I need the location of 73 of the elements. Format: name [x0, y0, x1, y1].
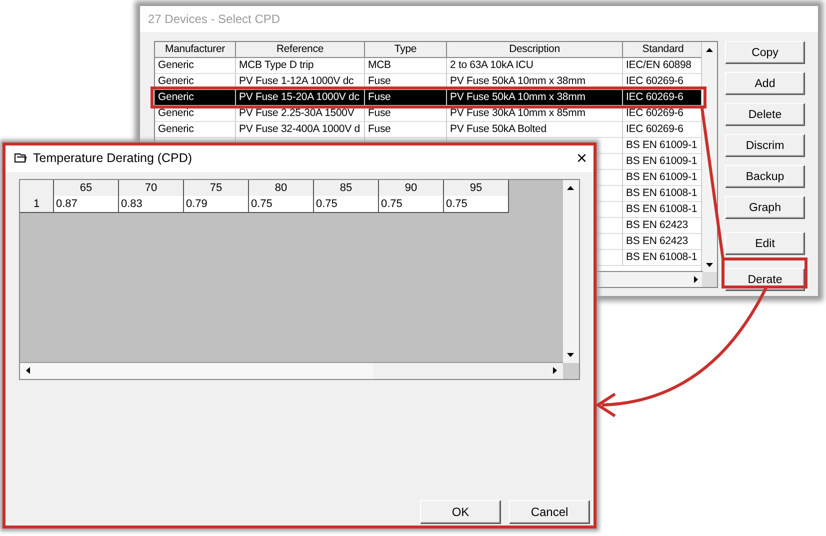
table-row[interactable]: Generic PV Fuse 32-400A 1000V d Fuse PV Fuse 50kA Bolted IEC 60269-6	[155, 122, 704, 138]
table-cell: MCB	[368, 59, 391, 71]
table-cell: BS EN 61008-1	[626, 187, 698, 199]
column-header: 95	[444, 180, 509, 197]
table-cell: PV Fuse 30kA 10mm x 85mm	[450, 107, 586, 119]
table-cell: Generic	[158, 59, 194, 71]
window-title: 27 Devices - Select CPD	[140, 6, 818, 32]
grid-corner-cell[interactable]	[20, 180, 54, 197]
dialog-title: Temperature Derating (CPD)	[33, 151, 194, 165]
column-header: 70	[119, 180, 184, 197]
table-cell: IEC 60269-6	[626, 91, 684, 103]
table-cell: BS EN 62423	[626, 235, 688, 247]
table-cell: PV Fuse 2.25-30A 1500V	[239, 107, 354, 119]
table-cell: Fuse	[368, 123, 391, 135]
table-cell: BS EN 61008-1	[626, 251, 698, 263]
action-button[interactable]: Backup	[725, 165, 805, 188]
column-header[interactable]: Description	[447, 42, 623, 58]
table-cell: IEC 60269-6	[626, 107, 684, 119]
table-cell: Generic	[158, 75, 194, 87]
table-cell: BS EN 61009-1	[626, 139, 698, 151]
action-button[interactable]: Delete	[725, 103, 805, 126]
table-cell: Generic	[158, 123, 194, 135]
grid-cell[interactable]: 0.87	[54, 196, 119, 213]
grid-cell[interactable]: 0.75	[379, 196, 444, 213]
column-header[interactable]: Reference	[236, 42, 365, 58]
table-cell: BS EN 61008-1	[626, 203, 698, 215]
horizontal-scrollbar[interactable]	[20, 362, 563, 379]
column-header: 75	[184, 180, 249, 197]
table-cell: Fuse	[368, 107, 391, 119]
table-cell: Generic	[158, 91, 194, 103]
table-cell: BS EN 61009-1	[626, 155, 698, 167]
close-button[interactable]: ×	[576, 149, 587, 167]
column-header: 80	[249, 180, 314, 197]
table-cell: PV Fuse 50kA Bolted	[450, 123, 546, 135]
dialog-button[interactable]: Cancel	[509, 500, 590, 524]
table-cell: Fuse	[368, 91, 391, 103]
table-row[interactable]: Generic PV Fuse 2.25-30A 1500V Fuse PV Fuse 30kA 10mm x 85mm IEC 60269-6	[155, 106, 704, 122]
window-icon	[14, 152, 27, 164]
vertical-scrollbar[interactable]	[563, 180, 579, 363]
grid-cell[interactable]: 0.75	[314, 196, 379, 213]
column-header: 90	[379, 180, 444, 197]
action-button[interactable]: Copy	[725, 41, 805, 64]
column-header[interactable]: Type	[365, 42, 447, 58]
table-cell: PV Fuse 50kA 10mm x 38mm	[450, 75, 586, 87]
table-cell: BS EN 62423	[626, 219, 688, 231]
dialog-button[interactable]: OK	[420, 500, 501, 524]
table-cell: PV Fuse 15-20A 1000V dc	[239, 91, 360, 103]
table-cell: IEC 60269-6	[626, 123, 684, 135]
table-cell: PV Fuse 50kA 10mm x 38mm	[450, 91, 586, 103]
column-header[interactable]: Standard	[623, 42, 704, 58]
table-row[interactable]: Generic PV Fuse 15-20A 1000V dc Fuse PV Fuse 50kA 10mm x 38mm IEC 60269-6	[155, 90, 704, 106]
table-cell: PV Fuse 1-12A 1000V dc	[239, 75, 354, 87]
column-header[interactable]: Manufacturer	[155, 42, 236, 58]
table-cell: BS EN 61009-1	[626, 171, 698, 183]
grid-cell[interactable]: 0.75	[444, 196, 509, 213]
table-cell: MCB Type D trip	[239, 59, 314, 71]
column-header: 65	[54, 180, 119, 197]
action-button[interactable]: Edit	[725, 232, 805, 255]
action-button[interactable]: Add	[725, 72, 805, 95]
action-button[interactable]: Graph	[725, 196, 805, 219]
table-cell: PV Fuse 32-400A 1000V d	[239, 123, 360, 135]
table-cell: IEC/EN 60898	[626, 59, 692, 71]
column-header: 85	[314, 180, 379, 197]
table-cell: IEC 60269-6	[626, 75, 684, 87]
table-cell: Generic	[158, 107, 194, 119]
table-cell: 2 to 63A 10kA ICU	[450, 59, 534, 71]
row-header: 1	[20, 196, 54, 213]
grid-cell[interactable]: 0.75	[249, 196, 314, 213]
action-button[interactable]: Discrim	[725, 134, 805, 157]
scrollbar-corner	[702, 272, 717, 287]
grid-cell[interactable]: 0.79	[184, 196, 249, 213]
table-cell: Fuse	[368, 75, 391, 87]
grid-cell[interactable]: 0.83	[119, 196, 184, 213]
